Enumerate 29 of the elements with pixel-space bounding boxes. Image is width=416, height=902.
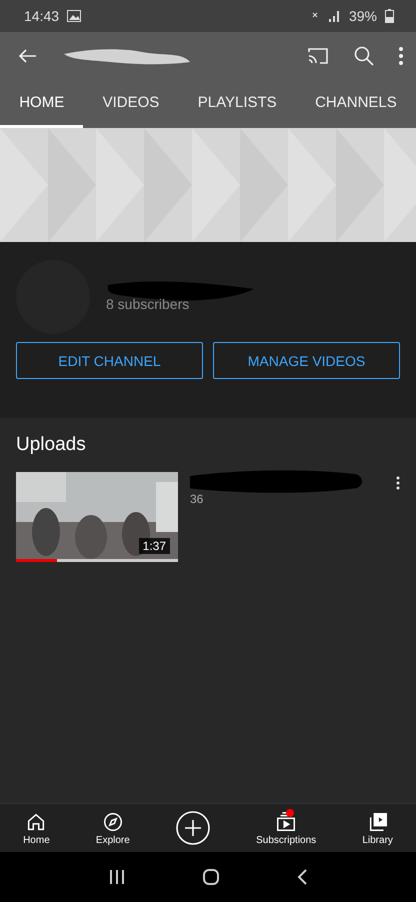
edit-channel-button[interactable]: EDIT CHANNEL <box>16 342 203 379</box>
recents-icon[interactable] <box>108 869 126 885</box>
search-icon[interactable] <box>352 44 376 68</box>
nav-item[interactable]: Home <box>23 810 50 846</box>
clock-time: 14:43 <box>24 8 60 24</box>
battery-icon <box>385 9 394 23</box>
tab[interactable]: VIDEOS <box>83 80 179 128</box>
nav-item[interactable] <box>176 811 210 845</box>
nav-item[interactable]: Subscriptions <box>256 810 316 846</box>
image-icon <box>67 10 82 22</box>
signal-icon <box>310 9 341 23</box>
more-icon[interactable] <box>398 46 404 66</box>
video-duration: 1:37 <box>138 538 170 554</box>
tab[interactable]: CHANNELS <box>296 80 416 128</box>
compass-icon <box>102 810 124 832</box>
tab[interactable]: PLAYLISTS <box>178 80 296 128</box>
plus-icon <box>176 811 210 845</box>
subscriber-count: 8 subscribers <box>106 296 190 312</box>
subscriptions-icon <box>275 810 298 832</box>
video-meta: 36 <box>190 492 204 506</box>
video-thumbnail[interactable]: 1:37 <box>16 472 178 562</box>
nav-item[interactable]: Explore <box>96 810 130 846</box>
nav-item[interactable]: Library <box>362 810 393 846</box>
section-title: Uploads <box>16 434 87 456</box>
manage-videos-button[interactable]: MANAGE VIDEOS <box>213 342 400 379</box>
more-icon[interactable] <box>396 476 400 490</box>
battery-level: 39% <box>348 8 377 24</box>
home-button-icon[interactable] <box>202 868 220 886</box>
back-icon[interactable] <box>296 868 308 886</box>
